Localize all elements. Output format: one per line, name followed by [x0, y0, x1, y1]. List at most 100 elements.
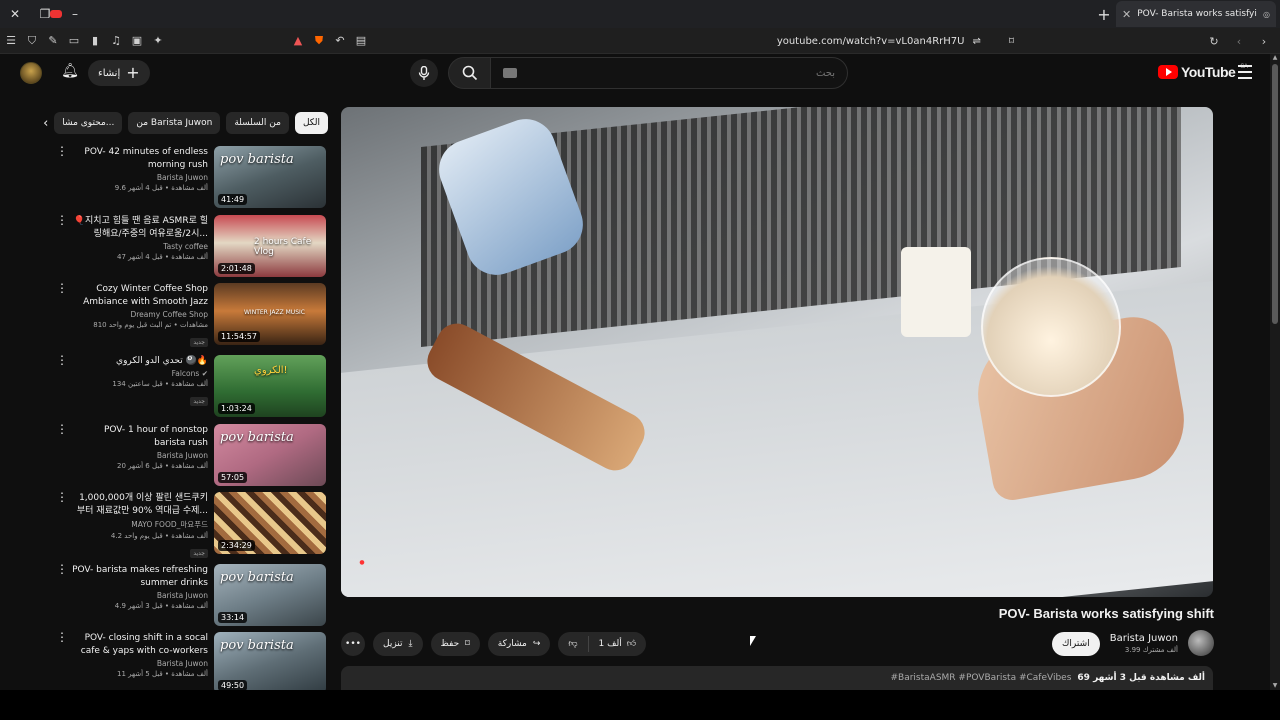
sidebar-icon[interactable]: ▮ [85, 31, 105, 51]
brush-icon[interactable]: ✎ [43, 31, 63, 51]
brave-shield-icon[interactable]: ⛊ [309, 31, 329, 51]
shield-icon[interactable]: ⛉ [22, 31, 42, 51]
video-title[interactable]: Cozy Winter Coffee Shop Ambiance with Sm… [72, 283, 208, 309]
music-icon[interactable]: ♫ [106, 31, 126, 51]
back-icon[interactable]: ‹ [1229, 31, 1249, 51]
video-title[interactable]: تحدي الدو الكروي 🎱🔥 [72, 355, 208, 368]
channel-name[interactable]: Barista Juwon [72, 451, 208, 460]
tabs-icon[interactable]: ▭ [64, 31, 84, 51]
list-item[interactable]: الكروي! 1:03:24 تحدي الدو الكروي 🎱🔥 Falc… [50, 354, 326, 419]
share-button[interactable]: مشاركة ↪ [487, 632, 551, 656]
reload-icon[interactable]: ↻ [1204, 31, 1224, 51]
menu-icon[interactable]: ☰ [1, 31, 21, 51]
video-thumbnail[interactable]: الكروي! 1:03:24 [214, 355, 326, 417]
list-item[interactable]: pov barista 57:05 POV- 1 hour of nonstop… [50, 423, 326, 488]
list-item[interactable]: 2:34:29 1,000,000개 이상 팔린 샌드쿠키 부터 재료값만 90… [50, 491, 326, 558]
download-button[interactable]: تنزيل ⤓ [373, 632, 423, 656]
save-label: حفظ [440, 639, 460, 649]
video-thumbnail[interactable]: pov barista 49:50 [214, 632, 326, 694]
channel-name[interactable]: MAYO FOOD_마요푸드 [72, 519, 208, 530]
channel-avatar[interactable] [1188, 630, 1214, 656]
video-title[interactable]: POV- barista makes refreshing summer dri… [72, 564, 208, 590]
channel-name[interactable]: Barista Juwon [72, 659, 208, 668]
youtube-logo[interactable]: YouTube SA [1158, 64, 1248, 80]
guide-menu-icon[interactable] [1238, 65, 1252, 79]
new-tab-button[interactable]: + [1092, 2, 1116, 26]
video-title[interactable]: POV- 1 hour of nonstop barista rush [72, 424, 208, 450]
more-options-icon[interactable]: ⋮ [56, 491, 68, 503]
forward-icon[interactable]: › [1254, 31, 1274, 51]
reader-icon[interactable]: ▤ [351, 31, 371, 51]
chip-all[interactable]: الكل [294, 112, 328, 134]
video-thumbnail[interactable]: pov barista 41:49 [214, 146, 326, 208]
url-text[interactable]: youtube.com/watch?v=vL0an4RrH7U [777, 36, 965, 47]
list-item[interactable]: pov barista 49:50 POV- closing shift in … [50, 631, 326, 696]
vpn-icon[interactable]: ▲ [288, 31, 308, 51]
site-settings-icon[interactable]: ⇌ [972, 36, 980, 47]
search-button[interactable] [448, 57, 492, 89]
more-actions-button[interactable]: ••• [341, 632, 365, 656]
channel-name[interactable]: Barista Juwon [72, 173, 208, 182]
browser-tab[interactable]: ✕ POV- Barista works satisfying ◎ [50, 1, 1276, 27]
hashtags[interactable]: #BaristaASMR #POVBarista #CafeVibes [891, 673, 1072, 683]
video-title[interactable]: POV- 42 minutes of endless morning rush [72, 146, 208, 172]
close-tab-icon[interactable]: ✕ [1122, 8, 1131, 21]
video-thumbnail[interactable]: 2 hours Cafe Vlog 2:01:48 [214, 215, 326, 277]
search-box[interactable] [490, 57, 848, 89]
create-button[interactable]: إنشاء + [88, 60, 150, 86]
more-options-icon[interactable]: ⋮ [56, 354, 68, 366]
undo-icon[interactable]: ↶ [330, 31, 350, 51]
account-avatar[interactable] [20, 62, 42, 84]
more-options-icon[interactable]: ⋮ [56, 214, 68, 226]
more-options-icon[interactable]: ⋮ [56, 423, 68, 435]
share-label: مشاركة [497, 639, 527, 649]
video-thumbnail[interactable]: pov barista 57:05 [214, 424, 326, 486]
keyboard-icon[interactable] [503, 68, 517, 78]
scroll-down-icon[interactable]: ▼ [1271, 682, 1279, 690]
address-bar[interactable]: youtube.com/watch?v=vL0an4RrH7U ⇌ ⌑ [520, 28, 1020, 54]
verified-icon: ✔︎ [201, 369, 208, 378]
list-item[interactable]: 2 hours Cafe Vlog 2:01:48 🎈지치고 힘들 땐 음료 A… [50, 214, 326, 279]
video-title[interactable]: 🎈지치고 힘들 땐 음료 ASMR로 힐링해요/주중의 여유로움/2시... [72, 215, 208, 241]
subscribe-button[interactable]: اشتراك [1052, 632, 1100, 656]
channel-name[interactable]: Falcons ✔︎ [72, 369, 208, 378]
chevron-left-icon[interactable]: ‹ [43, 116, 48, 131]
chip-from-channel[interactable]: من Barista Juwon [128, 112, 221, 134]
list-item[interactable]: pov barista 33:14 POV- barista makes ref… [50, 563, 326, 628]
video-thumbnail[interactable]: WINTER JAZZ MUSIC 11:54:57 [214, 283, 326, 345]
voice-search-button[interactable] [410, 59, 438, 87]
more-options-icon[interactable]: ⋮ [56, 145, 68, 157]
dislike-button[interactable]: 👎︎ [558, 632, 587, 656]
list-item[interactable]: pov barista 41:49 POV- 42 minutes of end… [50, 145, 326, 210]
notifications-bell-icon[interactable]: 🔔︎ [60, 63, 80, 83]
more-options-icon[interactable]: ⋮ [56, 282, 68, 294]
list-item[interactable]: WINTER JAZZ MUSIC 11:54:57 Cozy Winter C… [50, 282, 326, 347]
channel-name[interactable]: Dreamy Coffee Shop [72, 310, 208, 319]
video-title[interactable]: POV- closing shift in a socal cafe & yap… [72, 632, 208, 658]
video-player[interactable]: ● [341, 107, 1213, 597]
close-window-icon[interactable]: ✕ [0, 0, 30, 28]
screenshot-icon[interactable]: ▣ [127, 31, 147, 51]
channel-name[interactable]: Barista Juwon [1110, 633, 1178, 644]
channel-name[interactable]: Tasty coffee [72, 242, 208, 251]
search-input[interactable] [523, 67, 835, 79]
like-button[interactable]: 1 ألف 👍︎ [589, 632, 647, 656]
bookmark-icon[interactable]: ⌑ [1009, 36, 1014, 47]
video-title[interactable]: 1,000,000개 이상 팔린 샌드쿠키 부터 재료값만 90% 역대급 수제… [72, 492, 208, 518]
video-thumbnail[interactable]: 2:34:29 [214, 492, 326, 554]
minimize-window-icon[interactable]: – [60, 0, 90, 28]
chip-related[interactable]: محتوى مشا... [54, 112, 123, 134]
scrollbar-thumb[interactable] [1272, 64, 1278, 324]
page-scrollbar[interactable]: ▲ ▼ [1270, 54, 1280, 690]
video-description[interactable]: #BaristaASMR #POVBarista #CafeVibes 69 أ… [341, 666, 1213, 690]
channel-name[interactable]: Barista Juwon [72, 591, 208, 600]
like-count: 1 ألف [598, 639, 622, 649]
chip-from-series[interactable]: من السلسلة [226, 112, 289, 134]
video-thumbnail[interactable]: pov barista 33:14 [214, 564, 326, 626]
scroll-up-icon[interactable]: ▲ [1271, 54, 1279, 62]
more-options-icon[interactable]: ⋮ [56, 563, 68, 575]
extensions-icon[interactable]: ✦ [148, 31, 168, 51]
thumbnail-text: pov barista [220, 430, 294, 445]
save-button[interactable]: حفظ ⌑ [430, 632, 480, 656]
more-options-icon[interactable]: ⋮ [56, 631, 68, 643]
